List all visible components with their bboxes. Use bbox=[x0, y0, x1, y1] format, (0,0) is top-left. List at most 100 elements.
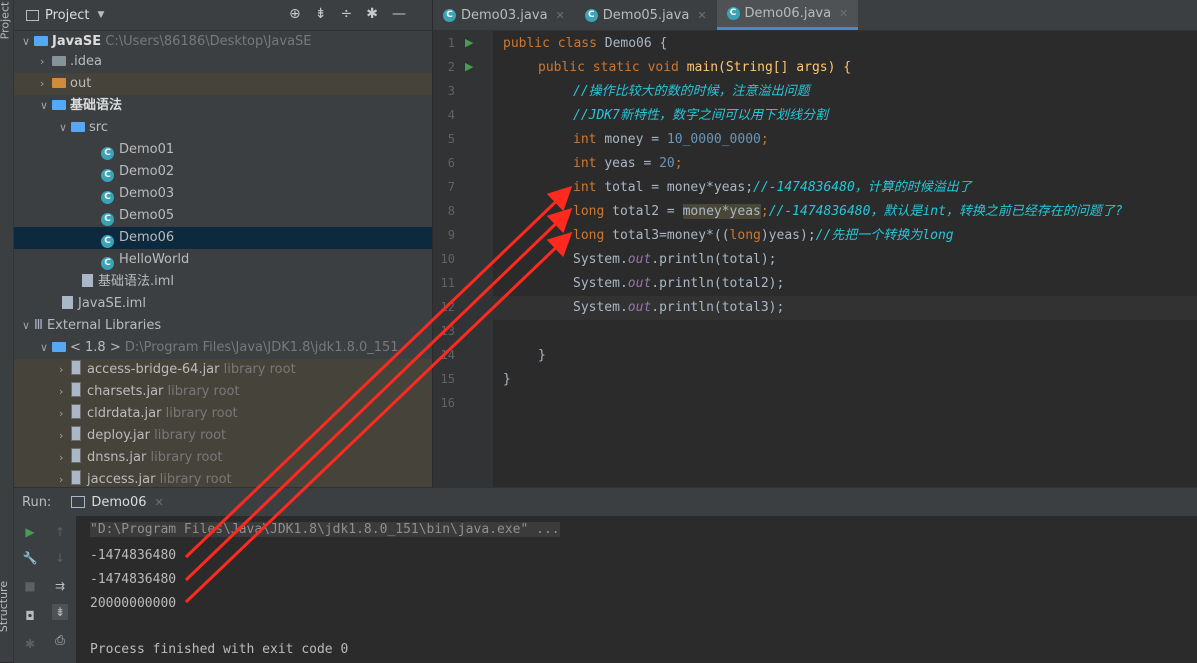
close-icon[interactable]: ✕ bbox=[556, 9, 565, 22]
code-line-7[interactable]: int total = money*yeas;//-1474836480，计算的… bbox=[573, 176, 972, 200]
wrench-icon[interactable]: 🔧 bbox=[22, 550, 38, 566]
chevron-right-icon[interactable]: › bbox=[59, 469, 71, 487]
code-line-3[interactable]: //操作比较大的数的时候，注意溢出问题 bbox=[573, 80, 810, 104]
class-icon: C bbox=[443, 8, 456, 22]
print-icon[interactable]: ⎙ bbox=[52, 632, 68, 648]
tree-item-javase[interactable]: ∨ JavaSE C:\Users\86186\Desktop\JavaSE bbox=[14, 31, 432, 53]
code-line-4[interactable]: //JDK7新特性，数字之间可以用下划线分割 bbox=[573, 104, 828, 128]
code-line-11[interactable]: System.out.println(total2); bbox=[573, 272, 784, 296]
tree-item-helloworld[interactable]: C HelloWorld bbox=[14, 249, 432, 271]
tree-item-jar[interactable]: › jaccess.jar library root bbox=[14, 469, 432, 487]
tree-item-jar[interactable]: › charsets.jar library root bbox=[14, 381, 432, 403]
chevron-right-icon[interactable]: › bbox=[59, 447, 71, 469]
code-line-9[interactable]: long total3=money*((long)yeas);//先把一个转换为… bbox=[573, 224, 954, 248]
tree-item-idea[interactable]: › .idea bbox=[14, 51, 432, 73]
gear-icon[interactable]: ✱ bbox=[366, 6, 378, 22]
tree-item-demo06[interactable]: C Demo06 bbox=[14, 227, 432, 249]
folder-icon bbox=[52, 56, 66, 66]
tree-item-jdk[interactable]: ∨ < 1.8 > D:\Program Files\Java\JDK1.8\jd… bbox=[14, 337, 432, 359]
arrow-down-icon[interactable]: ↓ bbox=[52, 550, 68, 566]
expand-all-icon[interactable]: ⇟ bbox=[315, 6, 327, 22]
line-number: 12 bbox=[440, 300, 455, 314]
project-tool-window-label[interactable]: Project bbox=[0, 2, 11, 40]
code-line-1[interactable]: public class Demo06 { bbox=[503, 32, 667, 56]
tree-item-javase-iml[interactable]: JavaSE.iml bbox=[14, 293, 432, 315]
code-line-2[interactable]: public static void main(String[] args) { bbox=[538, 56, 851, 80]
code-line-15[interactable]: } bbox=[503, 368, 511, 392]
rerun-icon[interactable]: ▶ bbox=[22, 524, 38, 540]
tree-item-jar[interactable]: › deploy.jar library root bbox=[14, 425, 432, 447]
class-icon: C bbox=[101, 213, 114, 226]
tree-item-label: Demo01 bbox=[119, 142, 175, 157]
tree-item-label: < 1.8 > bbox=[70, 340, 121, 355]
code-line-14[interactable]: } bbox=[538, 344, 546, 368]
project-header-title[interactable]: Project bbox=[45, 8, 89, 23]
close-icon[interactable]: ✕ bbox=[839, 7, 848, 20]
tree-item-demo05[interactable]: C Demo05 bbox=[14, 205, 432, 227]
close-icon[interactable]: ✕ bbox=[697, 9, 706, 22]
chevron-right-icon[interactable]: › bbox=[59, 403, 71, 425]
tree-item-jar[interactable]: › access-bridge-64.jar library root bbox=[14, 359, 432, 381]
jar-icon bbox=[71, 426, 81, 441]
chevron-right-icon[interactable]: › bbox=[59, 425, 71, 447]
line-number: 11 bbox=[440, 276, 455, 290]
code-line-5[interactable]: int money = 10_0000_0000; bbox=[573, 128, 769, 152]
tree-item-out[interactable]: › out bbox=[14, 73, 432, 95]
tree-item-demo02[interactable]: C Demo02 bbox=[14, 161, 432, 183]
chevron-down-icon[interactable]: ∨ bbox=[22, 315, 34, 337]
code-line-6[interactable]: int yeas = 20; bbox=[573, 152, 683, 176]
stop-icon[interactable]: ■ bbox=[22, 578, 38, 594]
tree-item-src[interactable]: ∨ src bbox=[14, 117, 432, 139]
scroll-to-end-icon[interactable]: ⇟ bbox=[52, 604, 68, 620]
tree-item-demo01[interactable]: C Demo01 bbox=[14, 139, 432, 161]
run-gutter-icon[interactable]: ▶ bbox=[465, 36, 473, 49]
tree-item-jar[interactable]: › cldrdata.jar library root bbox=[14, 403, 432, 425]
soft-wrap-icon[interactable]: ⇉ bbox=[52, 578, 68, 594]
chevron-down-icon[interactable]: ∨ bbox=[40, 337, 52, 359]
tree-item-path: C:\Users\86186\Desktop\JavaSE bbox=[105, 34, 312, 49]
run-tab-demo06[interactable]: Demo06 ✕ bbox=[71, 495, 164, 510]
tab-label: Demo05.java bbox=[602, 7, 690, 23]
hide-icon[interactable]: — bbox=[392, 6, 406, 22]
chevron-down-icon[interactable]: ∨ bbox=[22, 31, 34, 53]
tree-item-demo03[interactable]: C Demo03 bbox=[14, 183, 432, 205]
run-label: Run: bbox=[22, 494, 52, 510]
tab-demo06[interactable]: C Demo06.java ✕ bbox=[716, 0, 859, 30]
tree-item-jar[interactable]: › dnsns.jar library root bbox=[14, 447, 432, 469]
tree-item-module[interactable]: ∨ 基础语法 bbox=[14, 95, 432, 117]
collapse-all-icon[interactable]: ÷ bbox=[340, 6, 352, 22]
editor: C Demo03.java ✕ C Demo05.java ✕ C Demo06.java… bbox=[433, 0, 1197, 487]
tree-item-external-libraries[interactable]: ∨ Ⅲ External Libraries bbox=[14, 315, 432, 337]
console-command-line: "D:\Program Files\Java\JDK1.8\jdk1.8.0_1… bbox=[90, 522, 560, 537]
arrow-up-icon[interactable]: ↑ bbox=[52, 524, 68, 540]
tree-item-suffix: library root bbox=[165, 406, 238, 421]
chevron-right-icon[interactable]: › bbox=[59, 359, 71, 381]
chevron-down-icon[interactable]: ∨ bbox=[40, 95, 52, 117]
tree-item-label: 基础语法 bbox=[70, 98, 123, 113]
chevron-right-icon[interactable]: › bbox=[59, 381, 71, 403]
folder-icon bbox=[52, 78, 66, 88]
line-number: 7 bbox=[447, 180, 455, 194]
tree-item-label: Demo06 bbox=[119, 230, 175, 245]
tree-item-suffix: library root bbox=[159, 472, 232, 487]
locate-icon[interactable]: ⊕ bbox=[289, 6, 301, 22]
structure-tool-window-label[interactable]: Structure bbox=[0, 581, 10, 632]
line-number: 2 bbox=[447, 60, 455, 74]
code-line-12[interactable]: System.out.println(total3); bbox=[573, 296, 784, 320]
close-icon[interactable]: ✕ bbox=[154, 496, 163, 509]
tab-demo03[interactable]: C Demo03.java ✕ bbox=[433, 0, 575, 30]
chevron-down-icon[interactable]: ∨ bbox=[59, 117, 71, 139]
settings-icon[interactable]: ✱ bbox=[22, 636, 38, 652]
camera-icon[interactable]: ◘ bbox=[22, 608, 38, 624]
run-gutter-icon[interactable]: ▶ bbox=[465, 60, 473, 73]
chevron-down-icon[interactable]: ▼ bbox=[97, 10, 104, 20]
code-line-10[interactable]: System.out.println(total); bbox=[573, 248, 777, 272]
chevron-right-icon[interactable]: › bbox=[40, 73, 52, 95]
line-number: 10 bbox=[440, 252, 455, 266]
tab-demo05[interactable]: C Demo05.java ✕ bbox=[575, 0, 717, 30]
iml-file-icon bbox=[62, 296, 73, 309]
chevron-right-icon[interactable]: › bbox=[40, 51, 52, 73]
tree-item-module-iml[interactable]: 基础语法.iml bbox=[14, 271, 432, 293]
line-number: 5 bbox=[447, 132, 455, 146]
code-line-8[interactable]: long total2 = money*yeas;//-1474836480，默… bbox=[573, 200, 1123, 224]
